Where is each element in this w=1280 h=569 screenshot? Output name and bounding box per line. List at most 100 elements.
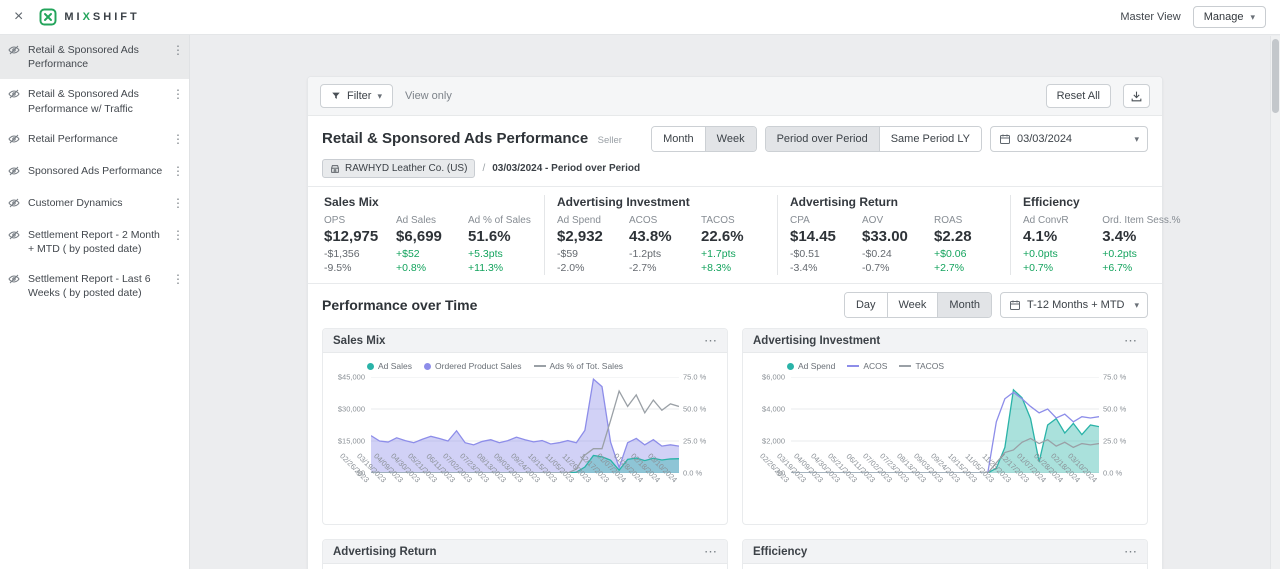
legend-dot-icon	[787, 362, 794, 370]
legend-acos[interactable]: ACOS	[847, 361, 887, 371]
legend-label: TACOS	[915, 361, 945, 372]
charts-grid: Sales Mix ⋯ Ad Sales Ordered Product Sales A…	[308, 326, 1162, 569]
y-axis-right: 75.0 % 50.0 % 25.0 % 0.0 %	[679, 373, 719, 478]
chart-card-header: Advertising Investment ⋯	[743, 329, 1147, 354]
metric-label: ACOS	[629, 215, 658, 226]
chart-menu-icon[interactable]: ⋯	[1124, 334, 1137, 347]
legend-tacos[interactable]: TACOS	[899, 361, 944, 371]
chart-card-header: Efficiency ⋯	[743, 540, 1147, 565]
sidebar-item-label: Retail & Sponsored Ads Performance w/ Tr…	[28, 88, 139, 115]
sidebar-item-sponsored-ads-performance[interactable]: Sponsored Ads Performance ⋮	[0, 156, 189, 188]
metric-delta: +0.2pts	[1102, 248, 1137, 260]
report-header: Retail & Sponsored Ads Performance Selle…	[308, 116, 1162, 187]
chart-card-advertising_investment: Advertising Investment ⋯ Ad Spend ACOS TACOS…	[742, 328, 1148, 526]
x-axis: 02/26/2023 03/19/2023 04/09/2023 04/30/2023…	[758, 452, 1099, 520]
item-menu-icon[interactable]: ⋮	[170, 164, 186, 178]
y-tick: 25.0 %	[683, 436, 707, 446]
download-icon	[1130, 90, 1143, 103]
master-view-label[interactable]: Master View	[1120, 11, 1180, 23]
topbar: × MIXSHIFT Master View Manage ▾	[0, 0, 1280, 35]
granularity-toggle: Month Week	[651, 126, 757, 152]
kpi-group-sales-mix: Sales Mix OPS $12,975 -$1,356 -9.5% Ad Sales $…	[322, 195, 544, 275]
kpi-metric-ad-spend: Ad Spend $2,932 -$59 -2.0%	[557, 215, 621, 275]
metric-label: Ad Sales	[396, 215, 437, 226]
chart-menu-icon[interactable]: ⋯	[1124, 545, 1137, 558]
account-badge[interactable]: RAWHYD Leather Co. (US)	[322, 159, 476, 178]
y-tick: $45,000	[337, 372, 365, 382]
metric-value: $12,975	[324, 228, 379, 245]
report-date-select[interactable]: 03/03/2024 ▾	[990, 126, 1148, 152]
chart-menu-icon[interactable]: ⋯	[704, 545, 717, 558]
metric-value: $33.00	[862, 228, 908, 245]
sidebar-item-settlement-report-2-month-mtd-by-posted-[interactable]: Settlement Report - 2 Month + MTD ( by p…	[0, 220, 189, 264]
kpi-row: Sales Mix OPS $12,975 -$1,356 -9.5% Ad Sales $…	[308, 187, 1181, 285]
chart-menu-icon[interactable]: ⋯	[704, 334, 717, 347]
sidebar-item-label: Customer Dynamics	[28, 196, 123, 209]
performance-header: Performance over Time Day Week Month T-12 …	[308, 284, 1162, 326]
sidebar-item-retail-sponsored-ads-performance-w-traff[interactable]: Retail & Sponsored Ads Performance w/ Tr…	[0, 79, 189, 123]
metric-value: 3.4%	[1102, 228, 1137, 245]
legend-ordered-product-sales[interactable]: Ordered Product Sales	[424, 361, 522, 371]
legend-label: ACOS	[863, 361, 888, 372]
kpi-metric-acos: ACOS 43.8% -1.2pts -2.7%	[629, 215, 693, 275]
manage-button[interactable]: Manage ▾	[1192, 6, 1266, 28]
scrollbar-thumb[interactable]	[1272, 39, 1279, 113]
download-button[interactable]	[1123, 84, 1150, 108]
sidebar-item-retail-performance[interactable]: Retail Performance ⋮	[0, 124, 189, 156]
legend-ad-spend[interactable]: Ad Spend	[787, 361, 835, 371]
chart-body	[743, 564, 1147, 569]
legend-ad-sales[interactable]: Ad Sales	[367, 361, 412, 371]
segment-same-period-ly[interactable]: Same Period LY	[878, 127, 981, 151]
y-tick: $6,000	[762, 372, 785, 382]
mixshift-logo-icon	[39, 8, 57, 26]
filter-button[interactable]: Filter ▾	[320, 84, 393, 108]
metric-label: Ad Spend	[557, 215, 601, 226]
metric-value: $14.45	[790, 228, 836, 245]
metric-delta-pct: -2.0%	[557, 262, 585, 275]
metric-delta: -$0.24	[862, 248, 892, 260]
sidebar-item-settlement-report-last-6-weeks-by-posted[interactable]: Settlement Report - Last 6 Weeks ( by po…	[0, 264, 189, 308]
segment-day[interactable]: Day	[844, 293, 887, 318]
chart-card-sales_mix: Sales Mix ⋯ Ad Sales Ordered Product Sales A…	[322, 328, 728, 526]
y-tick: $15,000	[337, 436, 365, 446]
reset-all-button[interactable]: Reset All	[1045, 84, 1111, 108]
segment-period-over-period[interactable]: Period over Period	[765, 127, 879, 151]
funnel-icon	[331, 91, 341, 101]
item-menu-icon[interactable]: ⋮	[170, 196, 186, 210]
kpi-metric-ad-of-sales: Ad % of Sales 51.6% +5.3pts +11.3%	[468, 215, 532, 275]
item-menu-icon[interactable]: ⋮	[170, 228, 186, 242]
legend-ads-of-tot-sales[interactable]: Ads % of Tot. Sales	[533, 361, 623, 371]
metric-delta: -1.2pts	[629, 248, 662, 260]
metric-delta-pct: +2.7%	[934, 262, 965, 275]
close-icon[interactable]: ×	[14, 9, 23, 25]
sidebar: Retail & Sponsored Ads Performance ⋮ Retai…	[0, 35, 190, 569]
segment-week[interactable]: Week	[704, 127, 756, 151]
x-axis: 02/26/2023 03/19/2023 04/09/2023 04/30/2023…	[338, 452, 679, 520]
metric-delta-pct: -0.7%	[862, 262, 890, 275]
segment-month[interactable]: Month	[937, 293, 991, 318]
sidebar-item-customer-dynamics[interactable]: Customer Dynamics ⋮	[0, 188, 189, 220]
metric-delta-pct: +11.3%	[468, 262, 504, 275]
legend-label: Ad Spend	[798, 361, 836, 372]
chart-body: Ad Sales Ordered Product Sales Ads % of To…	[323, 353, 727, 524]
chevron-down-icon: ▾	[1250, 11, 1255, 22]
metric-value: $2.28	[934, 228, 972, 245]
segment-week[interactable]: Week	[886, 293, 938, 318]
chart-card-advertising_return: Advertising Return ⋯	[322, 539, 728, 569]
y-tick: 50.0 %	[683, 404, 707, 414]
chart-body: Ad Spend ACOS TACOS $6,000 $4,000 $2,000 $0 75.…	[743, 353, 1147, 524]
item-menu-icon[interactable]: ⋮	[170, 87, 186, 101]
sidebar-item-label: Sponsored Ads Performance	[28, 164, 163, 177]
item-menu-icon[interactable]: ⋮	[170, 272, 186, 286]
view-only-label: View only	[404, 90, 452, 102]
segment-month[interactable]: Month	[652, 127, 705, 151]
page-scrollbar[interactable]	[1270, 36, 1280, 569]
item-menu-icon[interactable]: ⋮	[170, 132, 186, 146]
metric-delta-pct: -3.4%	[790, 262, 818, 275]
performance-range-select[interactable]: T-12 Months + MTD ▾	[1000, 292, 1148, 319]
item-menu-icon[interactable]: ⋮	[170, 43, 186, 57]
sidebar-item-retail-sponsored-ads-performance[interactable]: Retail & Sponsored Ads Performance ⋮	[0, 35, 189, 80]
kpi-metric-ops: OPS $12,975 -$1,356 -9.5%	[324, 215, 388, 275]
chart-body	[323, 564, 727, 569]
chart-title: Advertising Return	[333, 545, 437, 558]
